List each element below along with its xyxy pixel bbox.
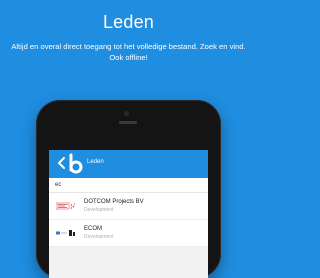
list-item[interactable]: ECOM Development bbox=[49, 220, 208, 247]
member-name: DOTCOM Projects BV bbox=[84, 199, 144, 205]
search-input[interactable] bbox=[55, 179, 200, 190]
speaker-icon bbox=[119, 121, 137, 124]
ecom-logo-icon bbox=[56, 230, 75, 236]
page-title: Leden bbox=[102, 12, 155, 32]
member-list: DOTCOM Projects BV Development ECOM Deve… bbox=[49, 193, 208, 247]
dotcom-logo-icon bbox=[56, 202, 76, 210]
member-subtitle: Development bbox=[84, 234, 114, 240]
phone-screen: Leden DOTCOM Projects BV Development bbox=[49, 150, 208, 278]
phone-mockup: Leden DOTCOM Projects BV Development bbox=[36, 100, 221, 278]
member-name: ECOM bbox=[84, 226, 102, 232]
page-subtitle: Altijd en overal direct toegang tot het … bbox=[11, 42, 246, 62]
camera-icon bbox=[124, 111, 129, 116]
app-bar: Leden bbox=[49, 150, 208, 178]
app-bar-title: Leden bbox=[87, 159, 104, 165]
search-bar bbox=[49, 178, 208, 193]
member-subtitle: Development bbox=[84, 207, 114, 213]
app-logo-icon bbox=[69, 153, 83, 174]
list-item[interactable]: DOTCOM Projects BV Development bbox=[49, 193, 208, 220]
